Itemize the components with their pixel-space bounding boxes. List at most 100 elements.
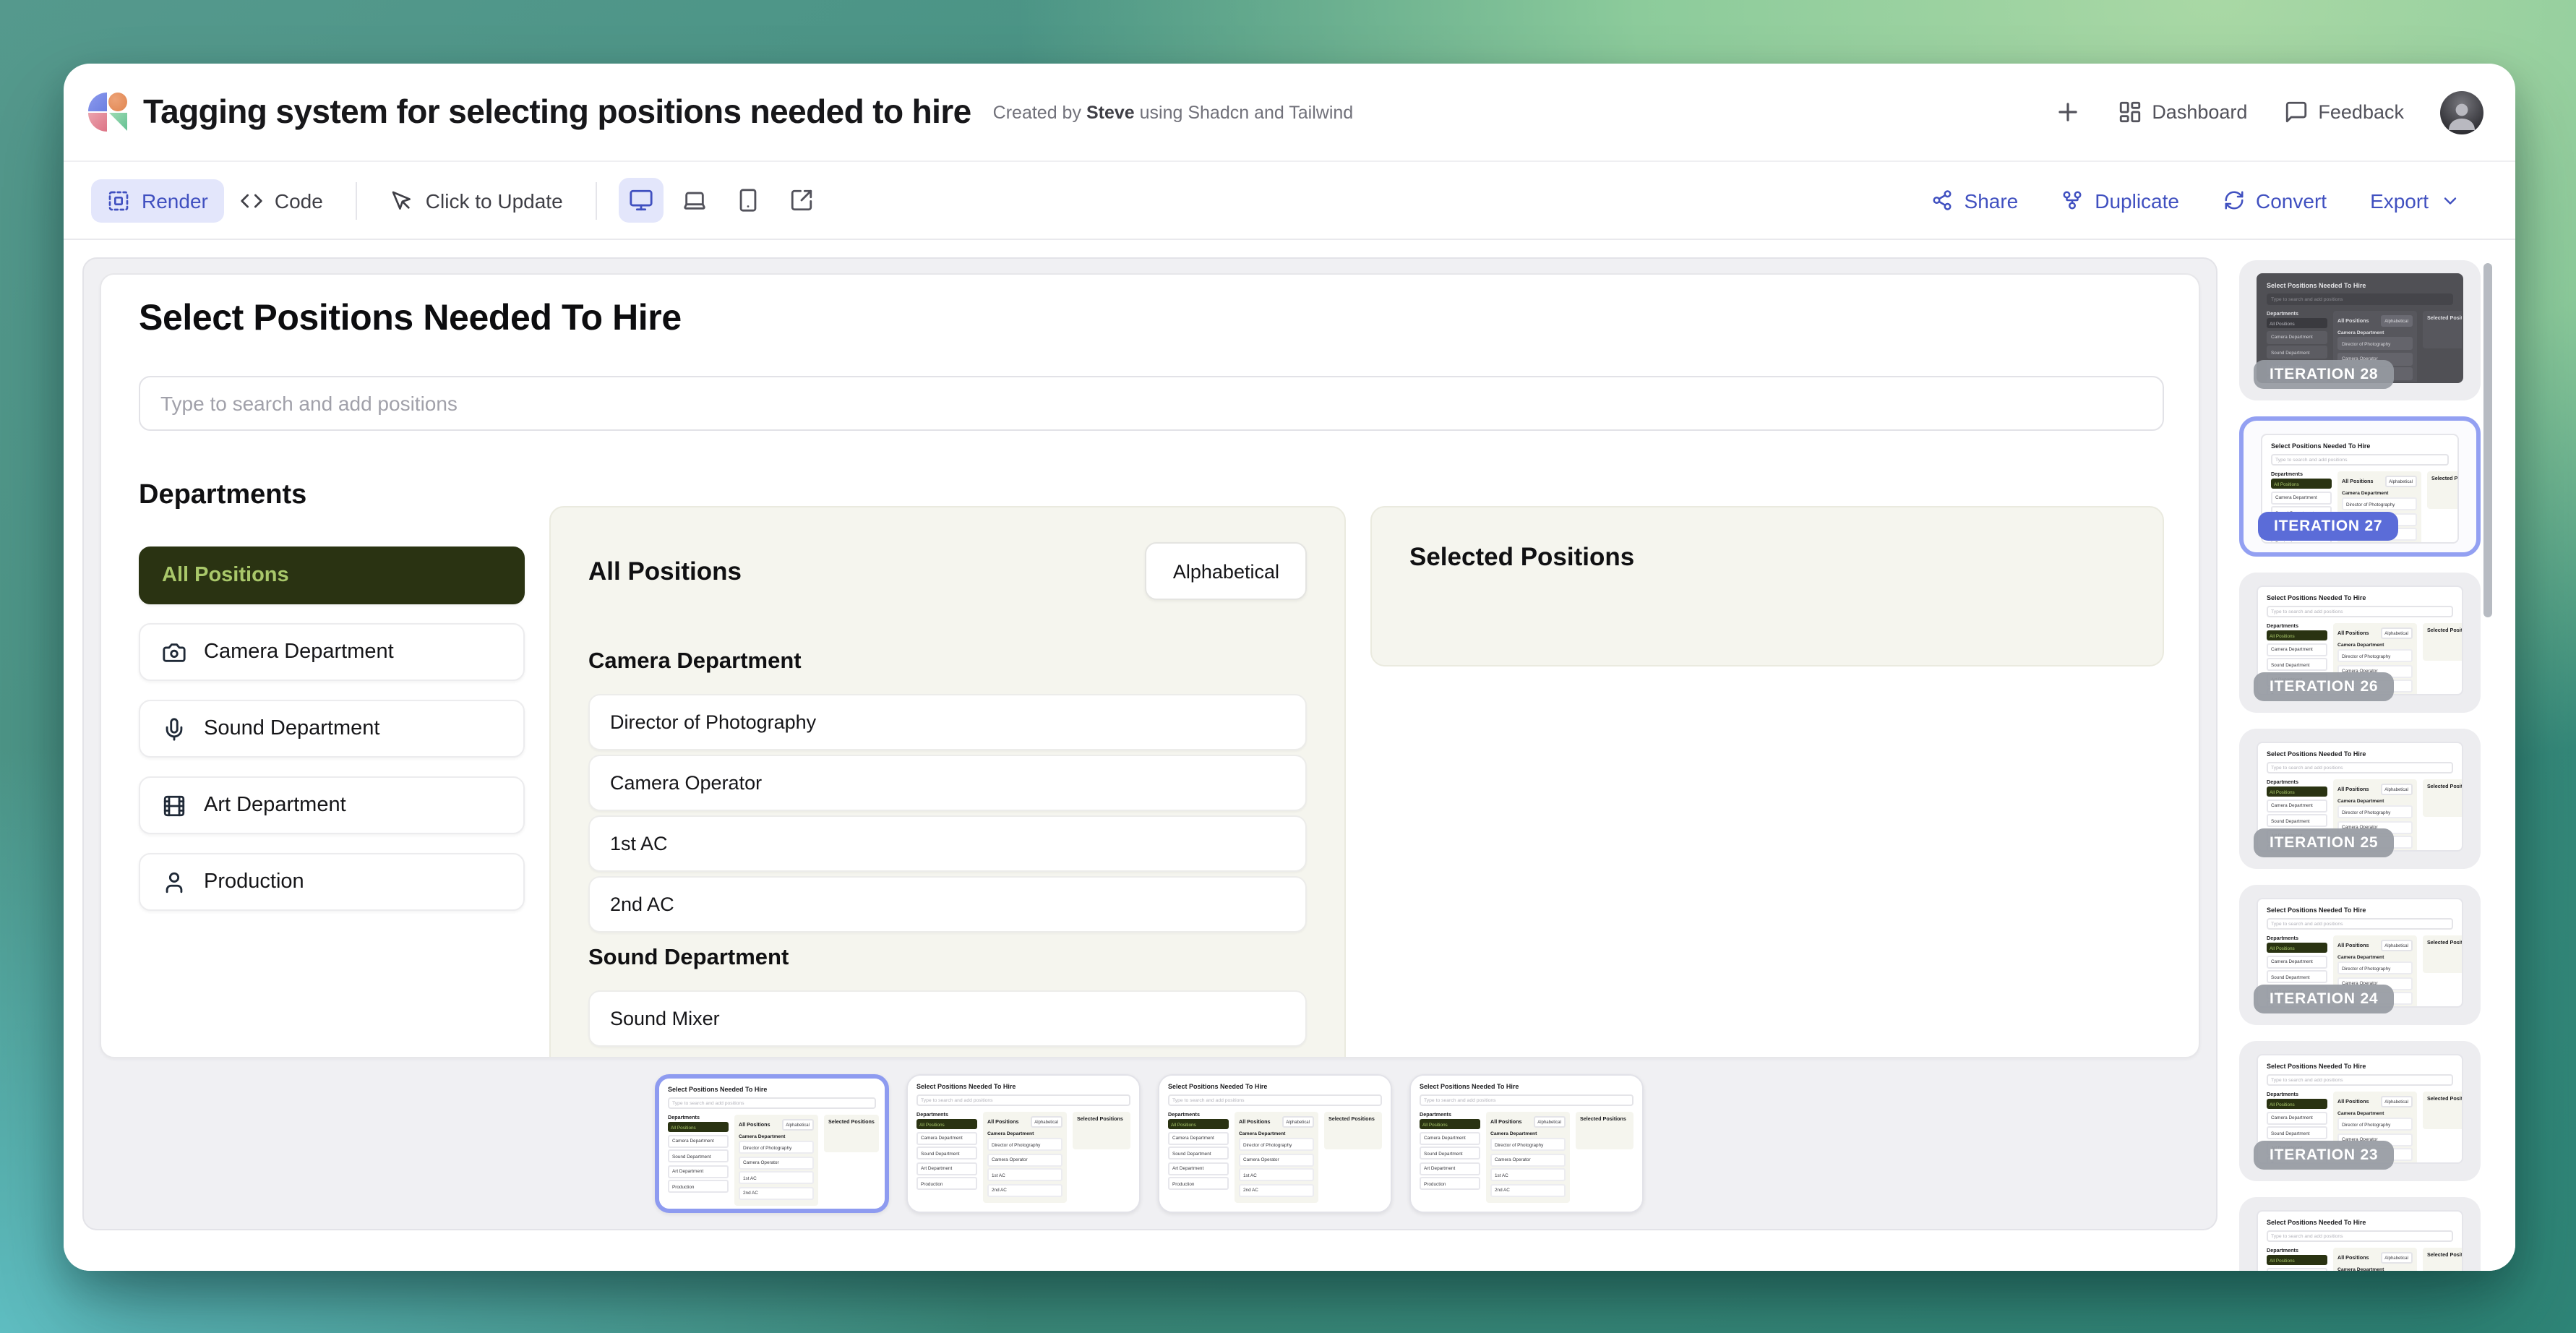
design-mini-preview: Select Positions Needed To Hire Type to …: [659, 1079, 885, 1209]
divider: [356, 181, 358, 219]
department-art[interactable]: Art Department: [139, 776, 525, 834]
search-input[interactable]: [139, 376, 2164, 431]
mini-selected-positions-panel: Selected Positions: [824, 1114, 879, 1152]
monitor-icon: [630, 188, 654, 213]
mini-search-input: Type to search and add positions: [2267, 1230, 2453, 1241]
content-area: Select Positions Needed To Hire Departme…: [64, 240, 2515, 1271]
mini-title: Select Positions Needed To Hire: [916, 1083, 1130, 1090]
mini-departments: Departments All Positions Camera Departm…: [916, 1111, 977, 1192]
refresh-icon: [2223, 189, 2244, 211]
position-row[interactable]: 1st AC: [588, 815, 1307, 872]
click-to-update-button[interactable]: Click to Update: [375, 179, 579, 222]
design-mini-preview: Select Positions Needed To Hire Type to …: [908, 1076, 1139, 1212]
iteration-thumbnail[interactable]: Select Positions Needed To Hire Type to …: [2239, 573, 2481, 713]
mini-departments: Departments All Positions Camera Departm…: [1420, 1111, 1480, 1192]
position-row[interactable]: Director of Photography: [588, 694, 1307, 750]
mini-title: Select Positions Needed To Hire: [2267, 1063, 2453, 1070]
department-camera[interactable]: Camera Department: [139, 623, 525, 681]
export-button[interactable]: Export: [2370, 189, 2460, 212]
sidebar-scrollbar[interactable]: [2483, 263, 2492, 617]
mini-departments: Departments All Positions Camera Departm…: [2267, 1247, 2327, 1271]
mini-search-input: Type to search and add positions: [2267, 917, 2453, 929]
dashboard-button[interactable]: Dashboard: [2117, 100, 2247, 124]
mini-search-input: Type to search and add positions: [2267, 1073, 2453, 1085]
render-tab[interactable]: Render: [91, 179, 224, 222]
mini-search-input: Type to search and add positions: [2267, 293, 2453, 304]
feedback-button[interactable]: Feedback: [2283, 100, 2404, 124]
app: Tagging system for selecting positions n…: [0, 0, 2576, 1333]
rendered-design: Select Positions Needed To Hire Departme…: [100, 273, 2200, 1058]
mini-selected-positions-panel: Selected Positions: [2423, 1091, 2463, 1128]
department-sound[interactable]: Sound Department: [139, 700, 525, 758]
selected-positions-panel: Selected Positions: [1370, 506, 2164, 666]
position-row[interactable]: 2nd AC: [588, 876, 1307, 933]
iteration-thumbnail[interactable]: Select Positions Needed To Hire Type to …: [2239, 1197, 2481, 1271]
mini-selected-positions-panel: Selected Positions: [2427, 471, 2459, 508]
iteration-thumbnail[interactable]: Select Positions Needed To Hire Type to …: [2239, 729, 2481, 869]
desktop-view-button[interactable]: [619, 178, 664, 223]
iteration-thumbnail[interactable]: Select Positions Needed To Hire Type to …: [2239, 885, 2481, 1025]
design-mini-preview: Select Positions Needed To Hire Type to …: [1159, 1076, 1391, 1212]
iteration-badge: ITERATION 24: [2254, 985, 2394, 1013]
mini-all-positions-panel: All Positions Alphabetical Camera Depart…: [1486, 1111, 1570, 1203]
mini-search-input: Type to search and add positions: [2267, 605, 2453, 617]
carousel-thumbnail[interactable]: Select Positions Needed To Hire Type to …: [906, 1074, 1141, 1213]
app-window: Tagging system for selecting positions n…: [64, 64, 2515, 1271]
mini-title: Select Positions Needed To Hire: [2267, 282, 2453, 289]
convert-button[interactable]: Convert: [2223, 189, 2327, 212]
mini-title: Select Positions Needed To Hire: [1420, 1083, 1633, 1090]
microphone-icon: [162, 716, 186, 741]
duplicate-button[interactable]: Duplicate: [2061, 189, 2179, 212]
cursor-icon: [391, 189, 414, 212]
magic-patterns-logo-icon[interactable]: [88, 92, 129, 132]
mini-search-input: Type to search and add positions: [1168, 1094, 1382, 1105]
mini-selected-positions-panel: Selected Positions: [1324, 1111, 1382, 1149]
iteration-thumbnail[interactable]: Select Positions Needed To Hire Type to …: [2239, 416, 2481, 557]
carousel-thumbnail[interactable]: Select Positions Needed To Hire Type to …: [1409, 1074, 1644, 1213]
project-title: Tagging system for selecting positions n…: [143, 93, 971, 132]
plus-icon: [2053, 98, 2081, 126]
iterations-sidebar: Select Positions Needed To Hire Type to …: [2239, 260, 2481, 1271]
group-heading-sound: Sound Department: [588, 946, 1307, 972]
render-canvas: Select Positions Needed To Hire Departme…: [82, 257, 2217, 1230]
mini-selected-positions-panel: Selected Positions: [2423, 935, 2463, 972]
mini-all-positions-panel: All Positions Alphabetical Camera Depart…: [734, 1114, 818, 1206]
department-production[interactable]: Production: [139, 853, 525, 911]
toolbar: Render Code Click to Update: [64, 162, 2515, 240]
carousel-thumbnail[interactable]: Select Positions Needed To Hire Type to …: [1158, 1074, 1392, 1213]
alphabetical-sort-button[interactable]: Alphabetical: [1146, 542, 1307, 600]
page-title: Select Positions Needed To Hire: [139, 298, 682, 340]
share-button[interactable]: Share: [1931, 189, 2019, 212]
share-icon: [1931, 189, 1953, 211]
design-mini-preview: Select Positions Needed To Hire Type to …: [2257, 1210, 2463, 1271]
open-preview-button[interactable]: [780, 178, 825, 223]
smartphone-icon: [737, 188, 761, 213]
departments-section: Departments All Positions Camera Departm…: [139, 480, 525, 911]
person-icon: [162, 870, 186, 894]
department-all-positions[interactable]: All Positions: [139, 547, 525, 604]
carousel-thumbnail[interactable]: Select Positions Needed To Hire Type to …: [655, 1074, 889, 1213]
mobile-view-button[interactable]: [726, 178, 771, 223]
iteration-thumbnail[interactable]: Select Positions Needed To Hire Type to …: [2239, 260, 2481, 400]
render-frame-icon: [107, 189, 130, 212]
iteration-badge: ITERATION 25: [2254, 828, 2394, 857]
laptop-view-button[interactable]: [673, 178, 718, 223]
position-row[interactable]: Sound Mixer: [588, 990, 1307, 1047]
mini-search-input: Type to search and add positions: [668, 1097, 876, 1108]
mini-selected-positions-panel: Selected Positions: [2423, 779, 2463, 816]
chevron-down-icon: [2440, 190, 2460, 210]
mini-title: Select Positions Needed To Hire: [2267, 1219, 2453, 1226]
mini-selected-positions-panel: Selected Positions: [2423, 310, 2463, 348]
mini-selected-positions-panel: Selected Positions: [2423, 1247, 2463, 1271]
departments-heading: Departments: [139, 480, 525, 512]
new-project-button[interactable]: [2053, 98, 2081, 126]
mini-search-input: Type to search and add positions: [2271, 453, 2449, 465]
created-by: Created by Steve using Shadcn and Tailwi…: [993, 102, 1354, 122]
user-avatar[interactable]: [2440, 90, 2483, 134]
film-icon: [162, 793, 186, 818]
code-tab[interactable]: Code: [224, 179, 339, 222]
speech-bubble-icon: [2283, 100, 2308, 124]
selected-positions-heading: Selected Positions: [1409, 542, 2125, 573]
position-row[interactable]: Camera Operator: [588, 755, 1307, 811]
iteration-thumbnail[interactable]: Select Positions Needed To Hire Type to …: [2239, 1041, 2481, 1181]
